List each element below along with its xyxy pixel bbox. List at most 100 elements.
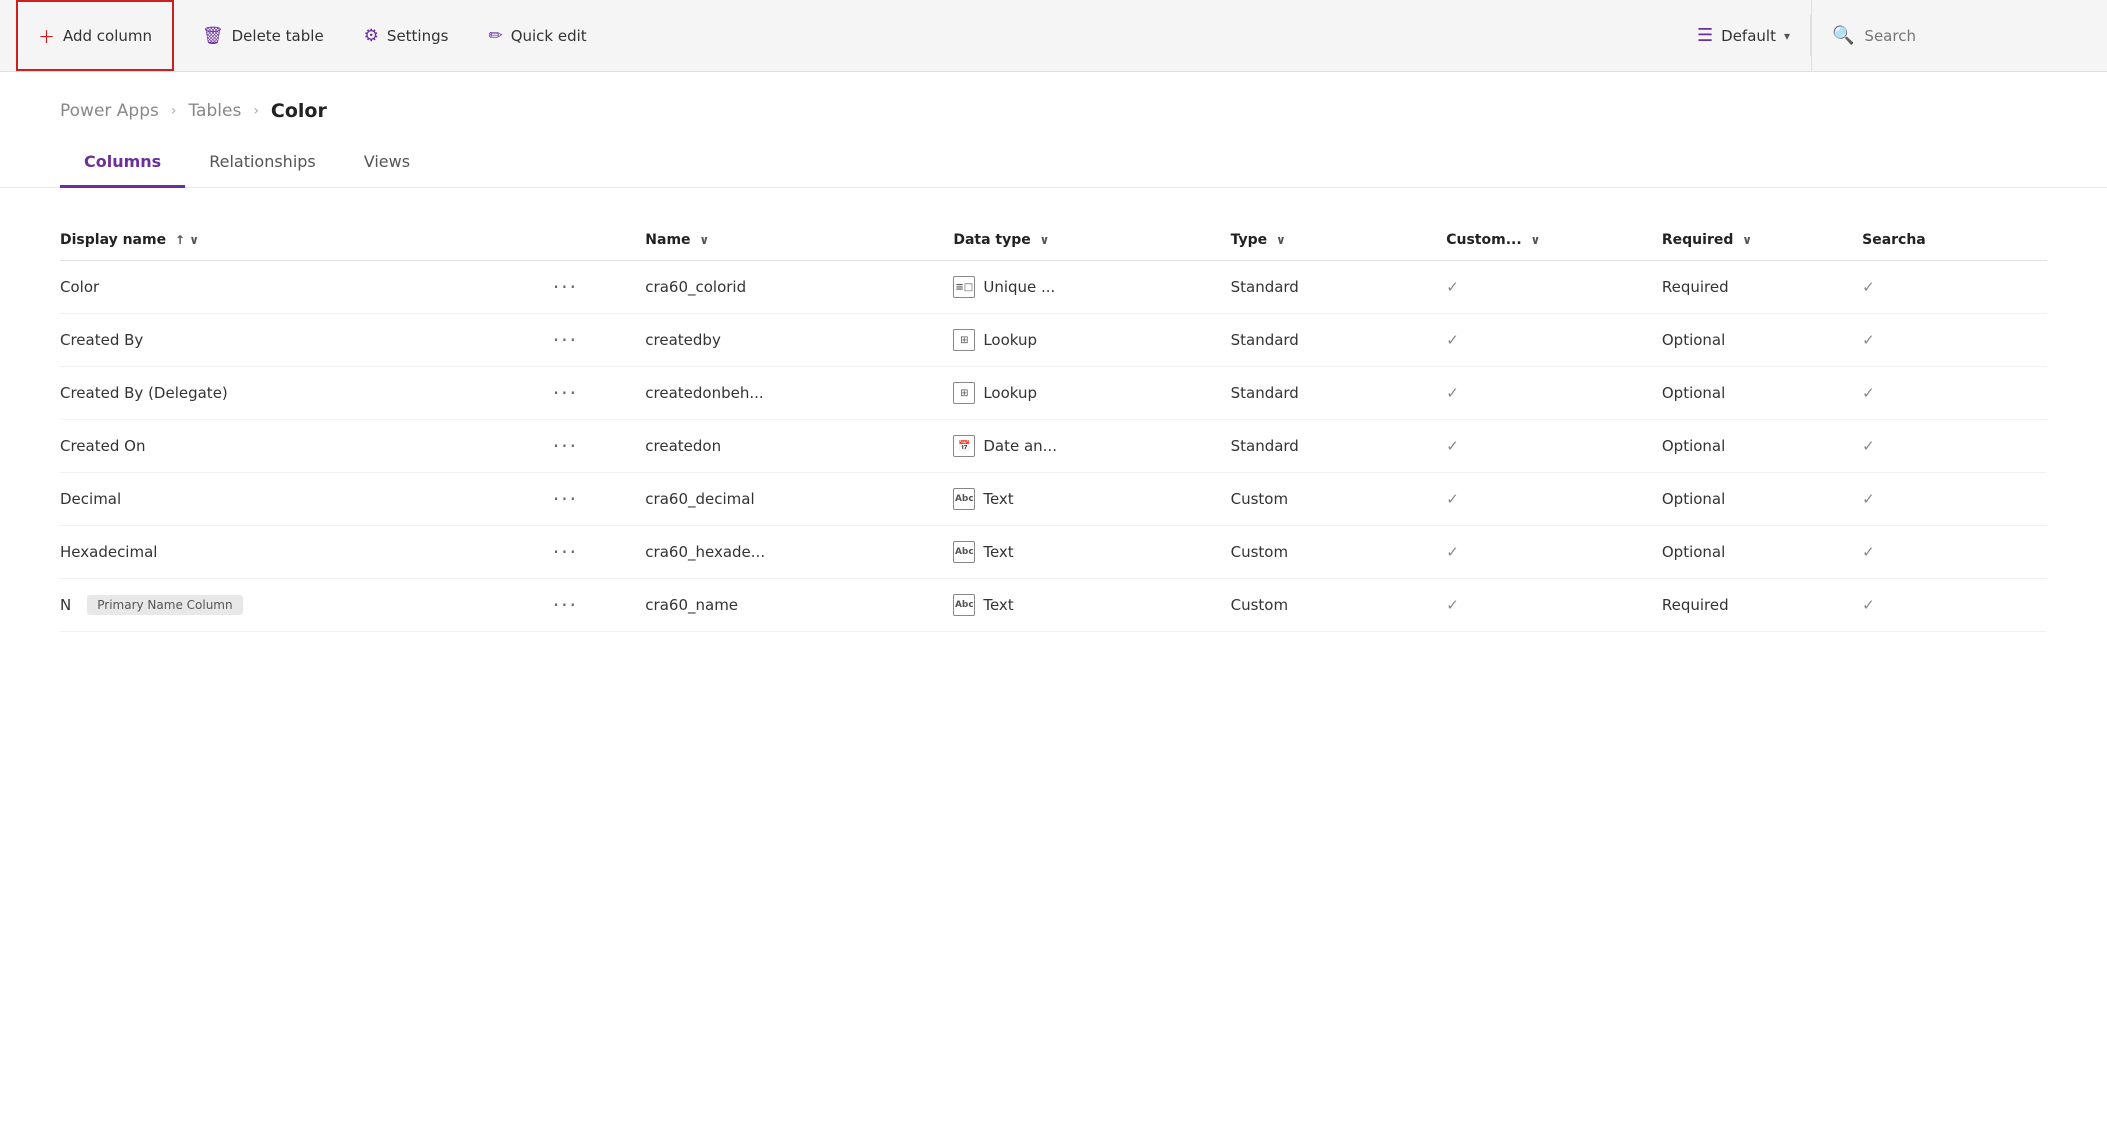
cell-dots-6[interactable]: ···: [553, 579, 645, 632]
cell-dots-5[interactable]: ···: [553, 526, 645, 579]
breadcrumb-sep-1: ›: [171, 103, 177, 119]
cell-required-2: Optional: [1662, 367, 1862, 420]
cell-custom-0: ✓: [1446, 261, 1662, 314]
cell-name-1: createdby: [645, 314, 953, 367]
col-header-required[interactable]: Required ∨: [1662, 220, 1862, 261]
search-icon: 🔍: [1832, 25, 1854, 46]
cell-dots-0[interactable]: ···: [553, 261, 645, 314]
cell-searchable-5: ✓: [1862, 526, 2047, 579]
cell-display-name-5: Hexadecimal: [60, 526, 553, 579]
col-header-datatype[interactable]: Data type ∨: [953, 220, 1230, 261]
col-header-custom[interactable]: Custom... ∨: [1446, 220, 1662, 261]
search-input[interactable]: [1864, 27, 2071, 45]
cell-display-name-0: Color: [60, 261, 553, 314]
cell-searchable-3: ✓: [1862, 420, 2047, 473]
cell-type-3: Standard: [1231, 420, 1447, 473]
cell-display-name-3: Created On: [60, 420, 553, 473]
cell-searchable-2: ✓: [1862, 367, 2047, 420]
cell-custom-1: ✓: [1446, 314, 1662, 367]
cell-datatype-4: Abc Text: [953, 473, 1230, 526]
cell-dots-3[interactable]: ···: [553, 420, 645, 473]
cell-dots-1[interactable]: ···: [553, 314, 645, 367]
col-header-actions: [553, 220, 645, 261]
cell-required-1: Optional: [1662, 314, 1862, 367]
sort-icons-required: ∨: [1742, 233, 1752, 247]
add-column-button[interactable]: ＋ Add column: [16, 0, 174, 71]
sort-icons-display: ↑ ∨: [175, 233, 199, 247]
cell-display-name-4: Decimal: [60, 473, 553, 526]
sort-icons-type: ∨: [1276, 233, 1286, 247]
col-header-display-name[interactable]: Display name ↑ ∨: [60, 220, 553, 261]
cell-custom-2: ✓: [1446, 367, 1662, 420]
cell-required-5: Optional: [1662, 526, 1862, 579]
cell-dots-2[interactable]: ···: [553, 367, 645, 420]
row-menu-dots-6[interactable]: ···: [553, 593, 578, 617]
custom-check-6: ✓: [1446, 596, 1459, 614]
custom-check-1: ✓: [1446, 331, 1459, 349]
cell-name-2: createdonbeh...: [645, 367, 953, 420]
sort-icons-custom: ∨: [1531, 233, 1541, 247]
tab-relationships[interactable]: Relationships: [185, 138, 340, 188]
cell-custom-4: ✓: [1446, 473, 1662, 526]
col-header-searchable[interactable]: Searcha: [1862, 220, 2047, 261]
searchable-check-1: ✓: [1862, 331, 1875, 349]
cell-type-0: Standard: [1231, 261, 1447, 314]
tab-columns[interactable]: Columns: [60, 138, 185, 188]
custom-check-4: ✓: [1446, 490, 1459, 508]
sort-icons-datatype: ∨: [1040, 233, 1050, 247]
cell-datatype-3: 📅 Date an...: [953, 420, 1230, 473]
cell-searchable-0: ✓: [1862, 261, 2047, 314]
default-button[interactable]: ☰ Default ▾: [1677, 15, 1811, 56]
cell-required-4: Optional: [1662, 473, 1862, 526]
cell-datatype-1: ⊞ Lookup: [953, 314, 1230, 367]
cell-type-6: Custom: [1231, 579, 1447, 632]
col-header-name[interactable]: Name ∨: [645, 220, 953, 261]
table-row: Created By (Delegate) ··· createdonbeh..…: [60, 367, 2047, 420]
datatype-icon-text: Abc: [953, 594, 975, 616]
custom-check-5: ✓: [1446, 543, 1459, 561]
cell-type-4: Custom: [1231, 473, 1447, 526]
custom-check-2: ✓: [1446, 384, 1459, 402]
settings-label: Settings: [387, 27, 449, 45]
table-row: Created By ··· createdby ⊞ Lookup Standa…: [60, 314, 2047, 367]
tabs: Columns Relationships Views: [0, 138, 2107, 188]
cell-custom-3: ✓: [1446, 420, 1662, 473]
cell-dots-4[interactable]: ···: [553, 473, 645, 526]
cell-searchable-1: ✓: [1862, 314, 2047, 367]
col-header-type[interactable]: Type ∨: [1231, 220, 1447, 261]
settings-button[interactable]: ⚙ Settings: [344, 0, 469, 71]
trash-icon: 🗑: [202, 26, 224, 46]
row-menu-dots-1[interactable]: ···: [553, 328, 578, 352]
row-menu-dots-4[interactable]: ···: [553, 487, 578, 511]
hamburger-icon: ☰: [1697, 25, 1713, 46]
tab-views[interactable]: Views: [340, 138, 434, 188]
cell-required-6: Required: [1662, 579, 1862, 632]
breadcrumb-current: Color: [271, 100, 327, 122]
datatype-icon-date: 📅: [953, 435, 975, 457]
row-menu-dots-3[interactable]: ···: [553, 434, 578, 458]
table-row: Color ··· cra60_colorid ≡□ Unique ... St…: [60, 261, 2047, 314]
quick-edit-button[interactable]: ✏ Quick edit: [468, 0, 606, 71]
row-menu-dots-2[interactable]: ···: [553, 381, 578, 405]
default-label: Default: [1721, 27, 1776, 45]
cell-type-1: Standard: [1231, 314, 1447, 367]
table-row: Decimal ··· cra60_decimal Abc Text Custo…: [60, 473, 2047, 526]
breadcrumb-tables[interactable]: Tables: [188, 101, 241, 121]
custom-check-0: ✓: [1446, 278, 1459, 296]
breadcrumb-powerapps[interactable]: Power Apps: [60, 101, 159, 121]
cell-required-3: Optional: [1662, 420, 1862, 473]
sort-icons-name: ∨: [699, 233, 709, 247]
delete-table-button[interactable]: 🗑 Delete table: [182, 0, 344, 71]
row-menu-dots-0[interactable]: ···: [553, 275, 578, 299]
searchable-check-3: ✓: [1862, 437, 1875, 455]
searchable-check-0: ✓: [1862, 278, 1875, 296]
cell-datatype-5: Abc Text: [953, 526, 1230, 579]
searchable-check-2: ✓: [1862, 384, 1875, 402]
row-menu-dots-5[interactable]: ···: [553, 540, 578, 564]
cell-datatype-6: Abc Text: [953, 579, 1230, 632]
table-area: Display name ↑ ∨ Name ∨ Data type ∨ Type…: [0, 188, 2107, 632]
custom-check-3: ✓: [1446, 437, 1459, 455]
breadcrumb-sep-2: ›: [253, 103, 259, 119]
searchable-check-5: ✓: [1862, 543, 1875, 561]
quick-edit-label: Quick edit: [511, 27, 587, 45]
